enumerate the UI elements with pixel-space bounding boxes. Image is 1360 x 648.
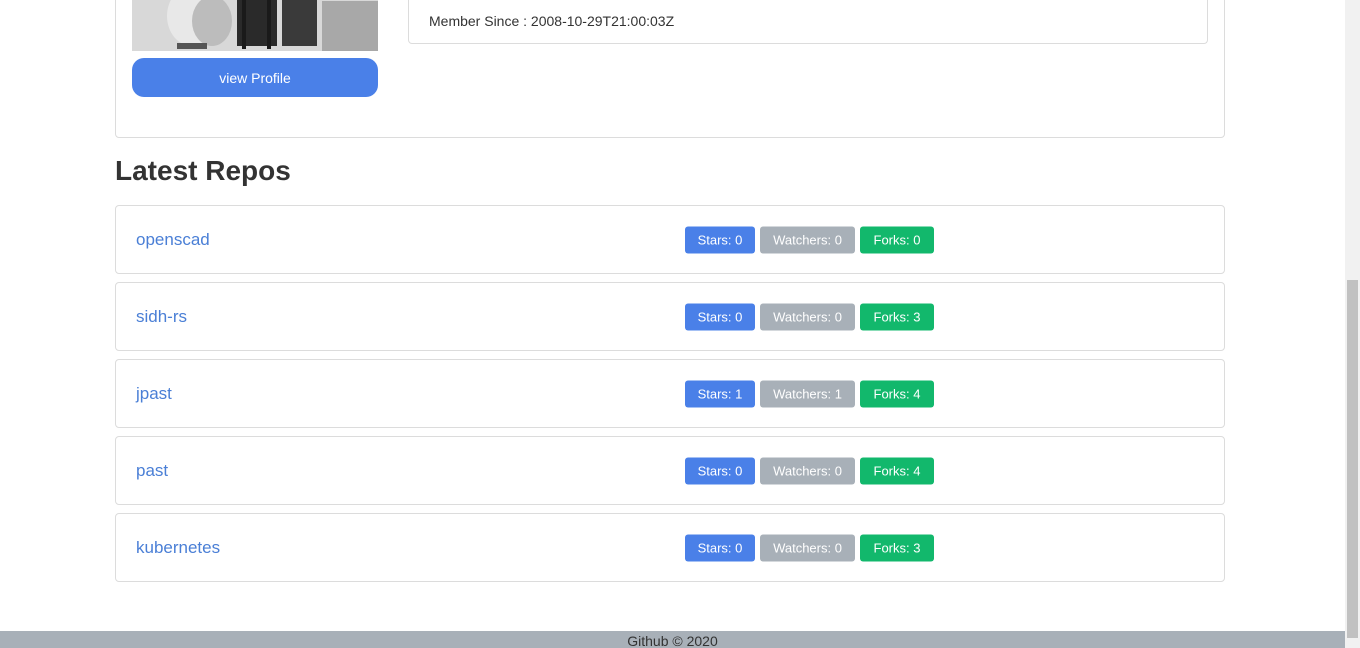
repo-link[interactable]: jpast	[136, 384, 172, 404]
repo-link[interactable]: past	[136, 461, 168, 481]
forks-badge: Forks: 3	[860, 534, 934, 561]
stars-badge: Stars: 0	[685, 226, 755, 253]
repo-card: kubernetes Stars: 0 Watchers: 0 Forks: 3	[115, 513, 1225, 582]
stars-badge: Stars: 1	[685, 380, 755, 407]
repo-card: sidh-rs Stars: 0 Watchers: 0 Forks: 3	[115, 282, 1225, 351]
watchers-badge: Watchers: 0	[760, 303, 855, 330]
repo-card: jpast Stars: 1 Watchers: 1 Forks: 4	[115, 359, 1225, 428]
watchers-badge: Watchers: 0	[760, 534, 855, 561]
scrollbar-thumb[interactable]	[1347, 280, 1358, 638]
forks-badge: Forks: 3	[860, 303, 934, 330]
profile-info-box: Member Since : 2008-10-29T21:00:03Z	[408, 0, 1208, 44]
repo-list: openscad Stars: 0 Watchers: 0 Forks: 0 s…	[115, 205, 1225, 590]
stars-badge: Stars: 0	[685, 457, 755, 484]
footer: Github © 2020	[0, 631, 1345, 648]
member-since-text: Member Since : 2008-10-29T21:00:03Z	[429, 13, 675, 29]
repo-link[interactable]: sidh-rs	[136, 307, 187, 327]
vertical-scrollbar[interactable]	[1345, 0, 1360, 648]
repo-card: past Stars: 0 Watchers: 0 Forks: 4	[115, 436, 1225, 505]
watchers-badge: Watchers: 0	[760, 457, 855, 484]
repo-link[interactable]: openscad	[136, 230, 210, 250]
forks-badge: Forks: 4	[860, 380, 934, 407]
stars-badge: Stars: 0	[685, 534, 755, 561]
page: view Profile Member Since : 2008-10-29T2…	[0, 0, 1360, 648]
watchers-badge: Watchers: 1	[760, 380, 855, 407]
repo-badges: Stars: 0 Watchers: 0 Forks: 3	[685, 534, 934, 561]
latest-repos-title: Latest Repos	[115, 155, 291, 186]
profile-card: view Profile Member Since : 2008-10-29T2…	[115, 0, 1225, 138]
repo-badges: Stars: 1 Watchers: 1 Forks: 4	[685, 380, 934, 407]
repo-badges: Stars: 0 Watchers: 0 Forks: 0	[685, 226, 934, 253]
repo-badges: Stars: 0 Watchers: 0 Forks: 3	[685, 303, 934, 330]
repo-link[interactable]: kubernetes	[136, 538, 220, 558]
footer-text: Github © 2020	[627, 633, 718, 648]
avatar-image	[132, 0, 378, 51]
repo-card: openscad Stars: 0 Watchers: 0 Forks: 0	[115, 205, 1225, 274]
forks-badge: Forks: 4	[860, 457, 934, 484]
watchers-badge: Watchers: 0	[760, 226, 855, 253]
stars-badge: Stars: 0	[685, 303, 755, 330]
avatar	[132, 0, 378, 51]
repo-badges: Stars: 0 Watchers: 0 Forks: 4	[685, 457, 934, 484]
view-profile-button[interactable]: view Profile	[132, 58, 378, 97]
forks-badge: Forks: 0	[860, 226, 934, 253]
